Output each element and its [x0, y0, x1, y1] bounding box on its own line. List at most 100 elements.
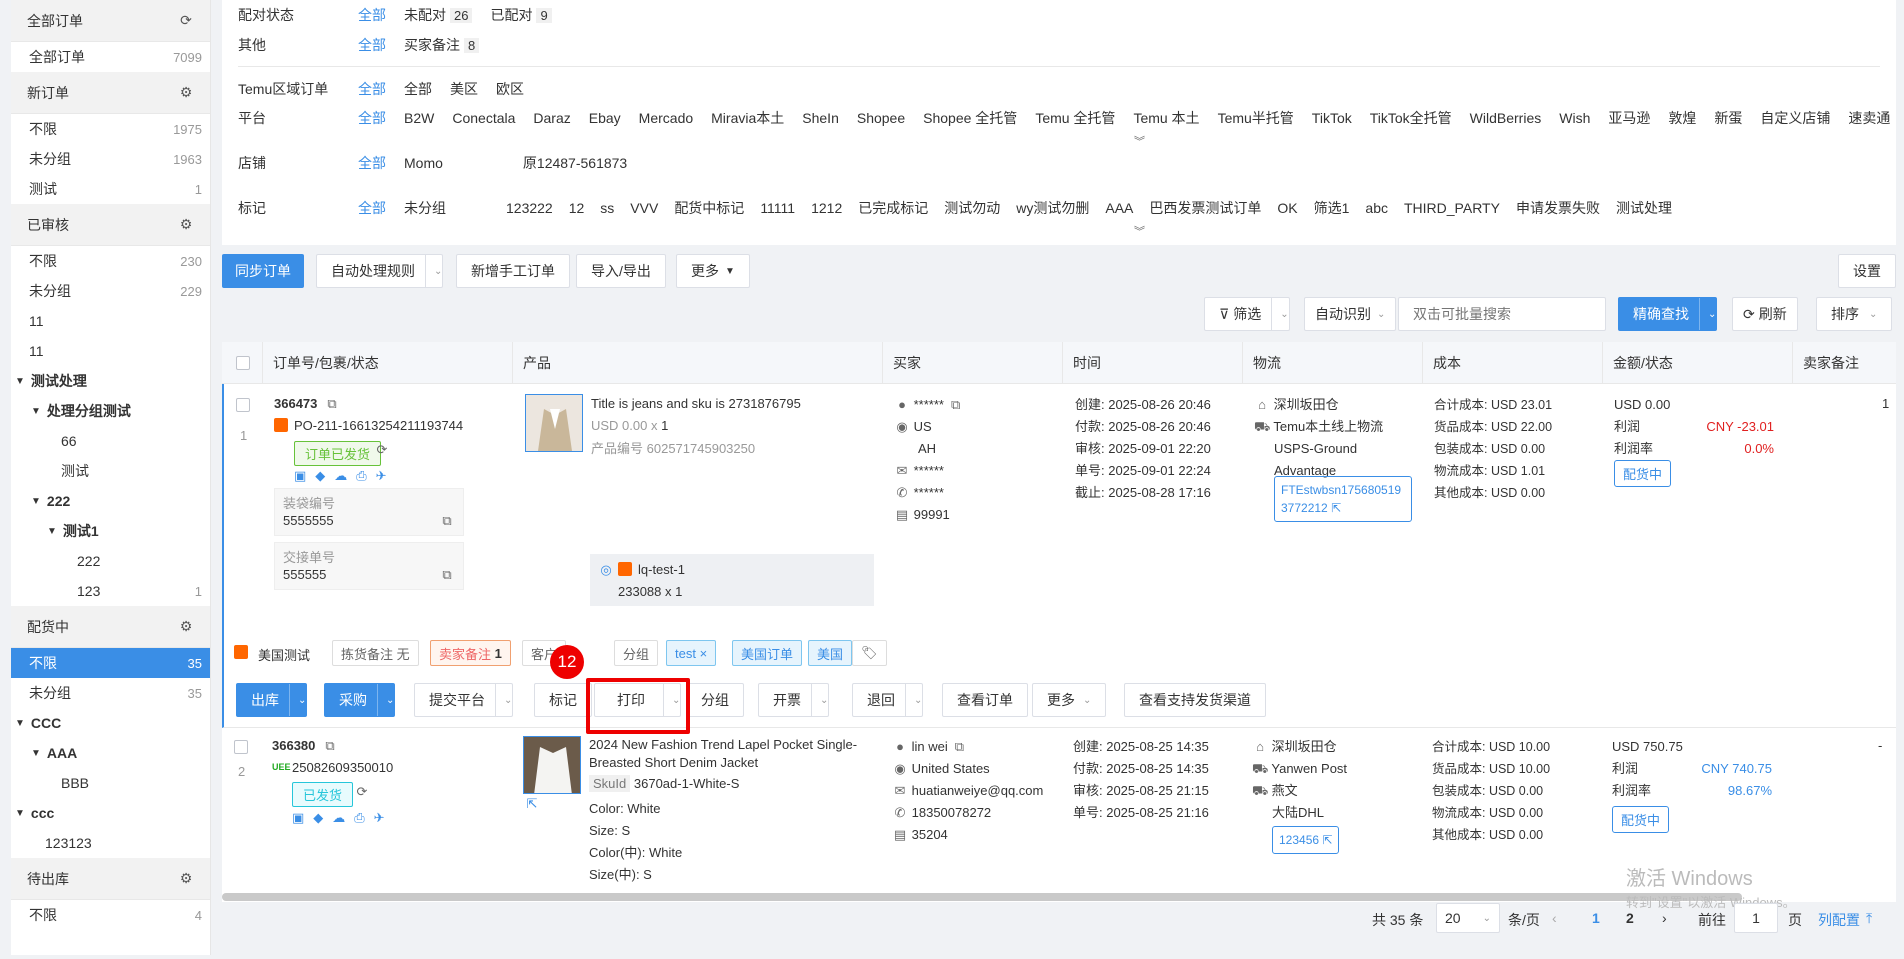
view-order-button[interactable]: 查看订单 — [942, 683, 1028, 717]
order-number[interactable]: 366473 — [274, 396, 317, 411]
gear-icon[interactable]: ⚙ — [178, 84, 194, 101]
filter-option[interactable]: 新蛋 — [1714, 108, 1742, 128]
exact-search-button[interactable]: 精确查找 ⌄ — [1618, 297, 1718, 331]
tree-leaf[interactable]: 66 — [11, 426, 210, 456]
section-all-orders[interactable]: 全部订单 ⟳ — [11, 0, 210, 42]
filter-all[interactable]: 全部 — [358, 198, 386, 218]
filter-option[interactable]: 未配对 26 — [404, 5, 473, 25]
next-page-icon[interactable]: › — [1662, 910, 1667, 926]
row-checkbox[interactable] — [234, 740, 248, 754]
filter-option[interactable]: OK — [1277, 200, 1297, 216]
new-manual-order-button[interactable]: 新增手工订单 — [456, 254, 570, 288]
tree-node[interactable]: ▼ 测试处理 — [11, 366, 210, 396]
section-pending-out[interactable]: 待出库 ⚙ — [11, 858, 210, 900]
purchase-button[interactable]: 采购 ⌄ — [324, 683, 396, 717]
page-number[interactable]: 1 — [1592, 910, 1600, 926]
filter-option[interactable]: 美区 — [450, 79, 478, 99]
copy-icon[interactable]: ⧉ — [948, 394, 964, 416]
tree-leaf[interactable]: 222 — [11, 546, 210, 576]
copy-icon[interactable]: ⧉ — [439, 513, 455, 529]
filter-option[interactable]: Wish — [1559, 110, 1590, 126]
filter-option[interactable]: WildBerries — [1470, 110, 1542, 126]
page-number[interactable]: 2 — [1626, 910, 1634, 926]
filter-option[interactable]: 11111 — [760, 200, 795, 216]
sidebar-item[interactable]: 测试 1 — [11, 174, 210, 204]
sidebar-item-all-orders[interactable]: 全部订单 7099 — [11, 42, 210, 72]
tree-node[interactable]: ▼ AAA — [11, 738, 210, 768]
tree-node[interactable]: ▼ 测试1 — [11, 516, 210, 546]
tree-leaf[interactable]: BBB — [11, 768, 210, 798]
tree-leaf[interactable]: 测试 — [11, 456, 210, 486]
filter-option[interactable]: 申请发票失败 — [1516, 198, 1600, 218]
sidebar-item-active[interactable]: 不限 35 — [11, 648, 210, 678]
section-allocating[interactable]: 配货中 ⚙ — [11, 606, 210, 648]
action-icons[interactable]: ▣◆☁⎙✈ — [294, 468, 396, 484]
filter-option[interactable]: Temu半托管 — [1218, 108, 1294, 128]
filter-option[interactable]: B2W — [404, 110, 434, 126]
filter-option[interactable]: abc — [1365, 200, 1388, 216]
filter-option[interactable]: Mercado — [639, 110, 693, 126]
filter-option[interactable]: 原12487-561873 — [523, 153, 627, 173]
filter-option[interactable]: wy测试勿删 — [1016, 198, 1089, 218]
filter-option[interactable]: 巴西发票测试订单 — [1149, 198, 1261, 218]
tracking-number[interactable]: 123456 ⇱ — [1272, 826, 1340, 854]
filter-option[interactable]: Momo — [404, 155, 443, 171]
pick-note-tag[interactable]: 拣货备注 无 — [332, 640, 419, 666]
return-button[interactable]: 退回 ⌄ — [852, 683, 924, 717]
tag-chip[interactable]: test × — [666, 640, 717, 666]
product-title[interactable]: Title is jeans and sku is 2731876795 — [591, 396, 801, 411]
filter-option[interactable]: Shopee 全托管 — [923, 108, 1017, 128]
tracking-number[interactable]: FTEstwbsn1756805193772212 ⇱ — [1274, 476, 1412, 522]
tag-icon[interactable]: 🏷 — [852, 640, 887, 666]
copy-icon[interactable]: ⧉ — [322, 738, 338, 754]
section-new-orders[interactable]: 新订单 ⚙ — [11, 72, 210, 114]
filter-option[interactable]: 筛选1 — [1314, 198, 1350, 218]
goto-page-input[interactable] — [1734, 903, 1778, 933]
import-export-button[interactable]: 导入/导出 — [576, 254, 666, 288]
filter-option[interactable]: 测试勿动 — [944, 198, 1000, 218]
section-reviewed[interactable]: 已审核 ⚙ — [11, 204, 210, 246]
tree-node[interactable]: ▼ ccc — [11, 798, 210, 828]
mark-button[interactable]: 标记 — [534, 683, 592, 717]
filter-option[interactable]: 敦煌 — [1668, 108, 1696, 128]
filter-option[interactable]: 买家备注 8 — [404, 35, 480, 55]
sidebar-item[interactable]: 未分组 1963 — [11, 144, 210, 174]
tree-node[interactable]: ▼ CCC — [11, 708, 210, 738]
filter-option[interactable]: ss — [600, 200, 614, 216]
order-number[interactable]: 366380 — [272, 738, 315, 753]
filter-option[interactable]: 全部 — [404, 79, 432, 99]
horizontal-scrollbar[interactable] — [222, 893, 1742, 901]
page-size-select[interactable]: 20 ⌄ — [1436, 903, 1500, 933]
product-title[interactable]: 2024 New Fashion Trend Lapel Pocket Sing… — [589, 736, 879, 772]
filter-option[interactable]: VVV — [630, 200, 658, 216]
filter-all[interactable]: 全部 — [358, 153, 386, 173]
view-channels-button[interactable]: 查看支持发货渠道 — [1124, 683, 1266, 717]
filter-option[interactable]: TikTok — [1312, 110, 1352, 126]
sidebar-item[interactable]: 不限 1975 — [11, 114, 210, 144]
group-tag[interactable]: 分组 — [614, 640, 659, 666]
filter-option[interactable]: 欧区 — [496, 79, 524, 99]
sort-button[interactable]: 排序 ⌄ — [1816, 297, 1893, 331]
sidebar-item[interactable]: 未分组 35 — [11, 678, 210, 708]
tree-node[interactable]: ▼ 222 — [11, 486, 210, 516]
tree-leaf[interactable]: 123 1 — [11, 576, 210, 606]
filter-option[interactable]: Conectala — [452, 110, 515, 126]
action-icons[interactable]: ▣◆☁⎙✈ — [292, 810, 394, 826]
gear-icon[interactable]: ⚙ — [178, 870, 194, 887]
filter-option[interactable]: 配货中标记 — [674, 198, 744, 218]
filter-option[interactable]: 已配对 9 — [490, 5, 552, 25]
filter-option[interactable]: AAA — [1105, 200, 1133, 216]
tag-chip[interactable]: 美国订单 — [732, 640, 803, 666]
expand-icon[interactable]: ︾ — [1134, 133, 1145, 149]
tree-leaf[interactable]: 123123 — [11, 828, 210, 858]
select-all-checkbox[interactable] — [236, 356, 250, 370]
copy-icon[interactable]: ⧉ — [951, 736, 967, 758]
filter-option[interactable]: Temu 全托管 — [1035, 108, 1115, 128]
filter-option[interactable]: 亚马逊 — [1608, 108, 1650, 128]
gear-icon[interactable]: ⚙ — [178, 618, 194, 635]
outbound-button[interactable]: 出库 ⌄ — [236, 683, 308, 717]
sync-icon[interactable]: ⟳ — [354, 784, 370, 800]
refresh-button[interactable]: ⟳ 刷新 — [1732, 297, 1798, 331]
filter-option[interactable]: Miravia本土 — [711, 108, 784, 128]
filter-option[interactable]: Ebay — [589, 110, 621, 126]
